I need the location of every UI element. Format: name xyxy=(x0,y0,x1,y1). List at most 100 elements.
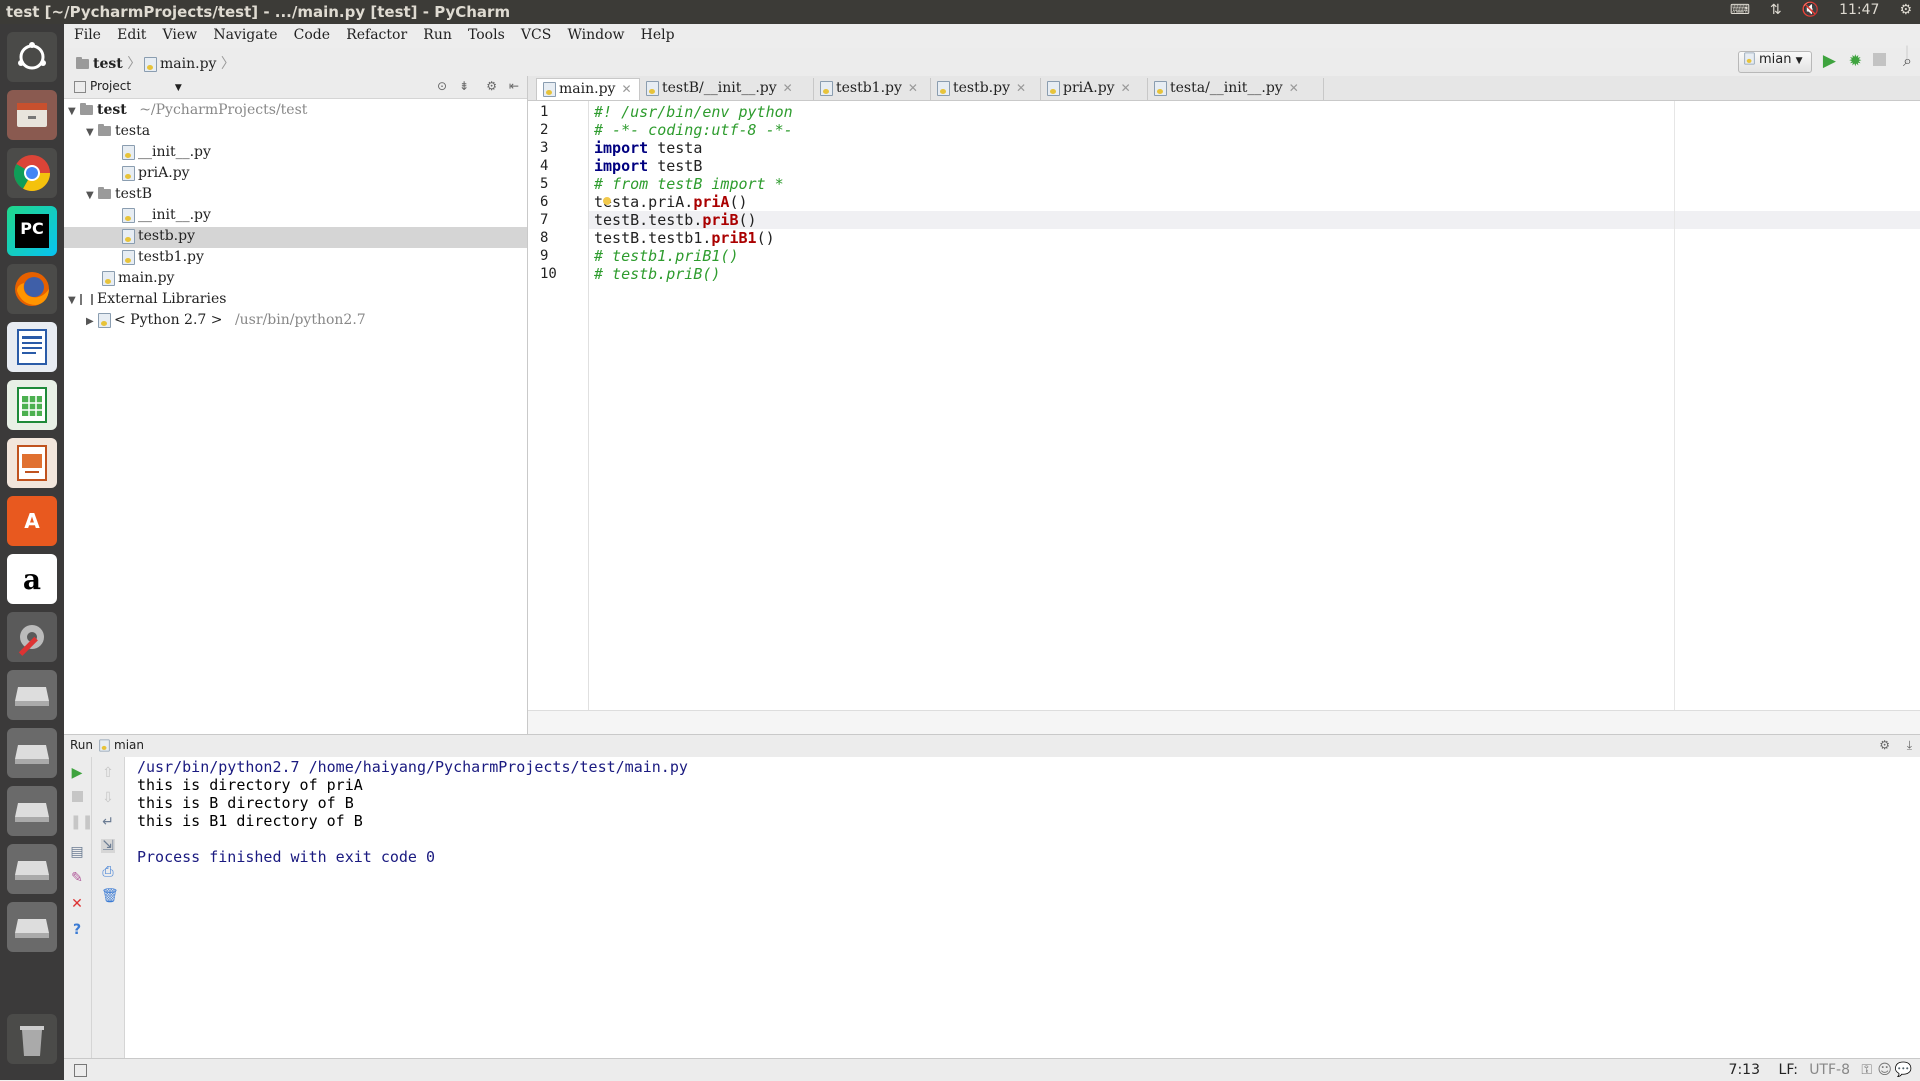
tree-item-testa-init[interactable]: __init__.py xyxy=(122,144,211,164)
close-icon[interactable]: ✕ xyxy=(908,81,918,95)
expand-arrow-icon[interactable]: ▼ xyxy=(86,190,98,201)
gear-icon[interactable]: ⚙ xyxy=(486,79,497,93)
settings-gear-icon[interactable]: ⚙ xyxy=(1899,2,1912,18)
close-icon[interactable]: ✕ xyxy=(621,82,631,96)
tab-main-py[interactable]: main.py ✕ xyxy=(536,78,640,100)
close-icon[interactable]: ✕ xyxy=(70,897,84,911)
calc-icon[interactable] xyxy=(7,380,57,430)
run-play-icon[interactable]: ▶ xyxy=(1823,51,1836,71)
drive-5-icon[interactable] xyxy=(7,902,57,952)
caret-position[interactable]: 7:13 xyxy=(1729,1062,1760,1078)
drive-3-icon[interactable] xyxy=(7,786,57,836)
lock-icon[interactable]: ⚿ xyxy=(1861,1062,1872,1078)
up-arrow-icon[interactable]: ⇧ xyxy=(101,766,115,780)
tab-pria[interactable]: priA.py ✕ xyxy=(1041,78,1148,100)
rerun-icon[interactable]: ▶ xyxy=(70,766,84,780)
firefox-icon[interactable] xyxy=(7,264,57,314)
trash-icon[interactable]: 🗑 xyxy=(101,889,119,903)
pin-tab-icon[interactable]: ✎ xyxy=(70,871,84,885)
trash-icon[interactable] xyxy=(7,1014,57,1064)
expand-arrow-icon[interactable]: ▼ xyxy=(86,127,98,138)
tree-item-testb[interactable]: testb.py xyxy=(122,228,195,248)
tree-item-testb-pkg[interactable]: ▼ testB xyxy=(86,186,152,206)
menu-code[interactable]: Code xyxy=(288,24,336,43)
tool-windows-icon[interactable] xyxy=(74,1064,87,1077)
tree-item-testb1[interactable]: testb1.py xyxy=(122,249,204,269)
menu-view[interactable]: View xyxy=(157,24,204,43)
collapse-all-icon[interactable]: ⇟ xyxy=(459,79,469,93)
expand-arrow-icon[interactable]: ▼ xyxy=(68,295,80,306)
print-icon[interactable]: ⎙ xyxy=(101,865,115,879)
tree-item-main[interactable]: main.py xyxy=(102,270,174,290)
soft-wrap-icon[interactable]: ↵ xyxy=(101,815,115,829)
ubuntu-dash-icon[interactable] xyxy=(7,32,57,82)
system-settings-icon[interactable] xyxy=(7,612,57,662)
menu-file[interactable]: File xyxy=(68,24,107,43)
expand-arrow-icon[interactable]: ▶ xyxy=(86,316,98,327)
close-icon[interactable]: ✕ xyxy=(783,81,793,95)
scroll-from-source-icon[interactable]: ⊙ xyxy=(437,79,447,93)
tab-testa-init[interactable]: testa/__init__.py ✕ xyxy=(1148,78,1324,100)
close-icon[interactable]: ✕ xyxy=(1289,81,1299,95)
run-tab[interactable]: mian xyxy=(98,738,144,753)
breadcrumb-file[interactable]: main.py 〉 xyxy=(144,53,235,73)
network-icon[interactable]: ⇅ xyxy=(1770,2,1782,18)
menu-window[interactable]: Window xyxy=(561,24,630,43)
keyboard-icon[interactable]: ⌨ xyxy=(1730,2,1750,18)
hide-panel-icon[interactable]: ⤓ xyxy=(1907,738,1912,753)
stop-icon[interactable] xyxy=(71,791,83,802)
tab-testb1[interactable]: testb1.py ✕ xyxy=(814,78,931,100)
dump-threads-icon[interactable]: ▤ xyxy=(70,845,84,859)
tab-testb[interactable]: testb.py ✕ xyxy=(931,78,1041,100)
expand-arrow-icon[interactable]: ▼ xyxy=(68,106,80,117)
inspector-icon[interactable]: ☺ xyxy=(1877,1062,1892,1078)
menu-vcs[interactable]: VCS xyxy=(515,24,557,43)
chrome-icon[interactable] xyxy=(7,148,57,198)
menu-help[interactable]: Help xyxy=(635,24,681,43)
software-center-icon[interactable]: A xyxy=(7,496,57,546)
tree-item-testb-init[interactable]: __init__.py xyxy=(122,207,211,227)
event-log-icon[interactable]: 💬 xyxy=(1895,1062,1912,1078)
files-icon[interactable] xyxy=(7,90,57,140)
search-icon[interactable]: ⌕ xyxy=(1903,51,1912,71)
hide-panel-icon[interactable]: ⇤ xyxy=(509,79,519,93)
breadcrumb-project[interactable]: test 〉 xyxy=(76,53,141,73)
menu-run[interactable]: Run xyxy=(417,24,458,43)
code-editor[interactable]: 1 2 3 4 5 6 7 8 9 10 #! /usr/bin/env pyt… xyxy=(528,101,1920,735)
amazon-icon[interactable]: a xyxy=(7,554,57,604)
project-view-dropdown[interactable]: Project ▼ xyxy=(74,79,182,93)
impress-icon[interactable] xyxy=(7,438,57,488)
drive-2-icon[interactable] xyxy=(7,728,57,778)
stop-icon[interactable] xyxy=(1873,53,1886,66)
close-icon[interactable]: ✕ xyxy=(1121,81,1131,95)
pycharm-icon[interactable]: PC xyxy=(7,206,57,256)
drive-1-icon[interactable] xyxy=(7,670,57,720)
file-encoding[interactable]: UTF-8 xyxy=(1809,1062,1850,1078)
run-console[interactable]: /usr/bin/python2.7 /home/haiyang/Pycharm… xyxy=(125,757,1920,1058)
writer-icon[interactable] xyxy=(7,322,57,372)
tree-item-external-libraries[interactable]: ▼ External Libraries xyxy=(68,291,226,311)
pause-icon[interactable]: ❚❚ xyxy=(70,815,93,829)
gear-icon[interactable]: ⚙ xyxy=(1879,738,1890,752)
menu-edit[interactable]: Edit xyxy=(111,24,152,43)
line-separator[interactable]: LF: xyxy=(1779,1062,1798,1078)
drive-4-icon[interactable] xyxy=(7,844,57,894)
tree-item-pria[interactable]: priA.py xyxy=(122,165,190,185)
menu-refactor[interactable]: Refactor xyxy=(340,24,413,43)
run-config-dropdown[interactable]: mian ▼ xyxy=(1738,51,1812,73)
menu-navigate[interactable]: Navigate xyxy=(207,24,283,43)
clock[interactable]: 11:47 xyxy=(1839,2,1879,18)
scroll-to-end-icon[interactable]: ⇲ xyxy=(101,839,115,853)
help-icon[interactable]: ? xyxy=(70,923,84,937)
debug-bug-icon[interactable]: ✹ xyxy=(1849,51,1862,70)
tree-item-testa[interactable]: ▼ testa xyxy=(86,123,150,143)
tab-testb-init[interactable]: testB/__init__.py ✕ xyxy=(640,78,814,100)
menu-tools[interactable]: Tools xyxy=(462,24,511,43)
editor-horizontal-scroll-area[interactable] xyxy=(528,710,1920,735)
close-icon[interactable]: ✕ xyxy=(1016,81,1026,95)
intention-bulb-icon[interactable] xyxy=(603,197,611,205)
tree-item-project-root[interactable]: ▼ test ~/PycharmProjects/test xyxy=(68,102,307,122)
tree-item-python-sdk[interactable]: ▶ < Python 2.7 > /usr/bin/python2.7 xyxy=(86,312,366,332)
volume-muted-icon[interactable]: 🔇 xyxy=(1802,2,1819,18)
down-arrow-icon[interactable]: ⇩ xyxy=(101,791,115,805)
